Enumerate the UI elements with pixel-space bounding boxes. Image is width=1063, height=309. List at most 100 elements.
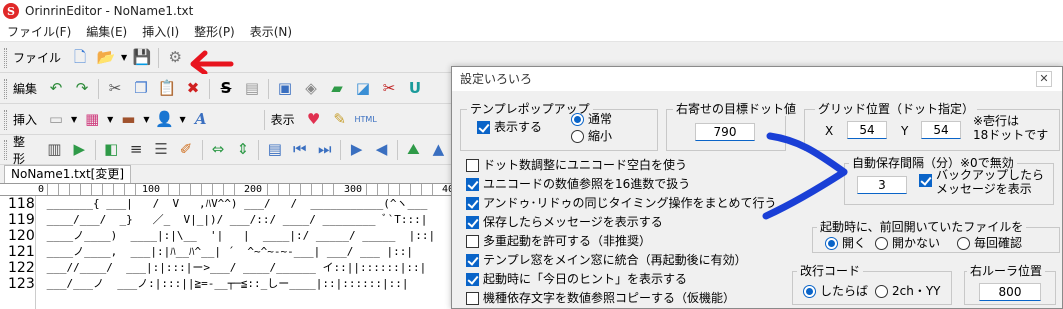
- radio-dot[interactable]: [875, 236, 888, 250]
- box-icon[interactable]: ◈: [300, 78, 322, 100]
- option-undo-group[interactable]: アンドゥ･リドゥの同じタイミング操作をまとめて行う: [466, 196, 777, 210]
- page-icon[interactable]: ▤: [241, 78, 263, 100]
- checkbox-box[interactable]: [477, 120, 490, 134]
- mountain-up-icon[interactable]: ⛰: [403, 139, 424, 161]
- undo-icon[interactable]: ↶: [45, 78, 67, 100]
- autosave-backup-checkbox[interactable]: バックアップしたら メッセージを表示: [919, 168, 1044, 196]
- unicode-icon[interactable]: U: [404, 78, 426, 100]
- radio-dot[interactable]: [957, 236, 970, 250]
- right-ruler-input[interactable]: 800: [979, 283, 1041, 301]
- option-unicode-space[interactable]: ドット数調整にユニコード空白を使う: [466, 158, 687, 172]
- startup-open-radio[interactable]: 開く: [825, 236, 866, 250]
- startup-dont-open-radio[interactable]: 開かない: [875, 236, 940, 250]
- checkbox-box[interactable]: [466, 177, 479, 191]
- select-all-icon[interactable]: ▣: [274, 78, 296, 100]
- align-justify-icon[interactable]: ☰: [151, 139, 172, 161]
- new-file-icon[interactable]: 🗋: [69, 47, 91, 69]
- delete-icon[interactable]: ✖: [182, 78, 204, 100]
- align-block-icon[interactable]: ▥: [44, 139, 65, 161]
- menu-file[interactable]: ファイル(F): [7, 23, 71, 40]
- next-circle-icon[interactable]: ⏭: [314, 139, 335, 161]
- open-dropdown-icon[interactable]: ▼: [121, 53, 127, 62]
- menu-view[interactable]: 表示(N): [250, 23, 292, 40]
- checkbox-box[interactable]: [466, 272, 479, 286]
- settings-gear-icon[interactable]: ⚙: [164, 47, 186, 69]
- menu-edit[interactable]: 編集(E): [86, 23, 127, 40]
- indent-icon[interactable]: ▤: [264, 139, 285, 161]
- user-dropdown-icon[interactable]: ▼: [179, 115, 185, 124]
- checkbox-box[interactable]: [919, 174, 932, 187]
- close-icon[interactable]: ✕: [1036, 71, 1052, 87]
- checkbox-box[interactable]: [466, 234, 479, 248]
- option-merge-template-window[interactable]: テンプレ窓をメイン窓に統合（再起動後に有効）: [466, 253, 747, 267]
- autosave-interval-input[interactable]: 3: [857, 176, 907, 194]
- play-left-icon[interactable]: ◀: [371, 139, 392, 161]
- redo-icon[interactable]: ↷: [71, 78, 93, 100]
- option-save-message[interactable]: 保存したらメッセージを表示する: [466, 215, 663, 229]
- checkbox-box[interactable]: [466, 158, 479, 172]
- editor-line[interactable]: ___//____/ ___|:|:::|ー>___/ ____/______ …: [40, 260, 427, 276]
- checkbox-box[interactable]: [466, 215, 479, 229]
- play-right-icon[interactable]: ▶: [346, 139, 367, 161]
- tab-noname1[interactable]: NoName1.txt[変更]: [4, 165, 132, 183]
- edit-doc-icon[interactable]: ✎: [329, 109, 351, 131]
- strikethrough-icon[interactable]: S: [215, 78, 237, 100]
- menu-insert[interactable]: 挿入(I): [142, 23, 179, 40]
- paste-icon[interactable]: 📋: [156, 78, 178, 100]
- option-platform-chars[interactable]: 機種依存文字を数値参照コピーする（仮機能）: [466, 291, 735, 305]
- toolbar-grip[interactable]: [4, 78, 7, 99]
- toolbar-grip[interactable]: [4, 109, 7, 130]
- layer-icon[interactable]: ▰: [326, 78, 348, 100]
- editor-line[interactable]: ____ノ____, ___|:|ﾊ__ﾊ^__| ´ ^~^~-~-___| …: [40, 244, 413, 260]
- newline-2ch-radio[interactable]: 2ch・YY: [875, 284, 941, 298]
- radio-dot[interactable]: [825, 236, 838, 250]
- right-align-input[interactable]: 790: [695, 123, 755, 141]
- heart-icon[interactable]: ♥: [303, 109, 325, 131]
- cut-icon[interactable]: ✂: [104, 78, 126, 100]
- checkbox-box[interactable]: [466, 253, 479, 267]
- html-icon[interactable]: HTML: [355, 109, 377, 131]
- editor-line[interactable]: _______{ ___| / V ,ﾊV^^) ___/ / ________…: [40, 196, 428, 212]
- newline-shitaraba-radio[interactable]: したらば: [803, 284, 868, 298]
- align-left-icon[interactable]: ≡: [126, 139, 147, 161]
- toolbar-grip[interactable]: [4, 47, 7, 68]
- arrows-horizontal-icon[interactable]: ⇔: [207, 139, 228, 161]
- grid-y-input[interactable]: 54: [921, 121, 961, 139]
- color-grid-icon[interactable]: ▦: [81, 109, 103, 131]
- align-play-icon[interactable]: ▶: [69, 139, 90, 161]
- option-unicode-hex[interactable]: ユニコードの数値参照を16進数で扱う: [466, 177, 690, 191]
- color-grid-dropdown-icon[interactable]: ▼: [107, 115, 113, 124]
- user-icon[interactable]: 👤: [153, 109, 175, 131]
- option-multi-launch[interactable]: 多重起動を許可する（非推奨）: [466, 234, 651, 248]
- option-daily-tip[interactable]: 起動時に「今日のヒント」を表示する: [466, 272, 687, 286]
- editor-line[interactable]: ____/___/ _} ／_ V|_|)/ ___/::/ ____/ ___…: [40, 212, 428, 228]
- radio-dot[interactable]: [571, 129, 584, 143]
- open-file-icon[interactable]: 📂: [95, 47, 117, 69]
- image-icon[interactable]: ◪: [352, 78, 374, 100]
- left-panel-icon[interactable]: ◧: [101, 139, 122, 161]
- template-box-icon[interactable]: ▬: [117, 109, 139, 131]
- radio-dot[interactable]: [571, 112, 584, 126]
- radio-dot[interactable]: [875, 284, 888, 298]
- startup-ask-radio[interactable]: 毎回確認: [957, 236, 1022, 250]
- template-show-checkbox[interactable]: 表示する: [477, 120, 542, 134]
- save-file-icon[interactable]: 💾: [131, 47, 153, 69]
- editor-area[interactable]: 118 119 120 121 122 123 _______{ ___| / …: [0, 196, 460, 309]
- checkbox-box[interactable]: [466, 196, 479, 210]
- menu-format[interactable]: 整形(P): [194, 23, 235, 40]
- prev-circle-icon[interactable]: ⏮: [289, 139, 310, 161]
- editor-line[interactable]: ____ノ____) ____|:|\__ '| | ____|:/ _____…: [40, 228, 436, 244]
- arrows-vertical-icon[interactable]: ⇕: [232, 139, 253, 161]
- copy-icon[interactable]: ❐: [130, 78, 152, 100]
- format-brush-icon[interactable]: ✐: [176, 139, 197, 161]
- template-normal-radio[interactable]: 通常: [571, 112, 612, 126]
- insert-page-icon[interactable]: ▭: [45, 109, 67, 131]
- checkbox-box[interactable]: [466, 291, 479, 305]
- insert-page-dropdown-icon[interactable]: ▼: [71, 115, 77, 124]
- editor-line[interactable]: ___/___ノ ___ノ:|:::||≧=-__┬─≦::_しー____|::…: [40, 276, 409, 292]
- mountain-down-icon[interactable]: ▲: [428, 139, 449, 161]
- template-small-radio[interactable]: 縮小: [571, 129, 612, 143]
- template-box-dropdown-icon[interactable]: ▼: [143, 115, 149, 124]
- toolbar-grip[interactable]: [4, 139, 7, 160]
- font-style-icon[interactable]: A: [190, 109, 212, 131]
